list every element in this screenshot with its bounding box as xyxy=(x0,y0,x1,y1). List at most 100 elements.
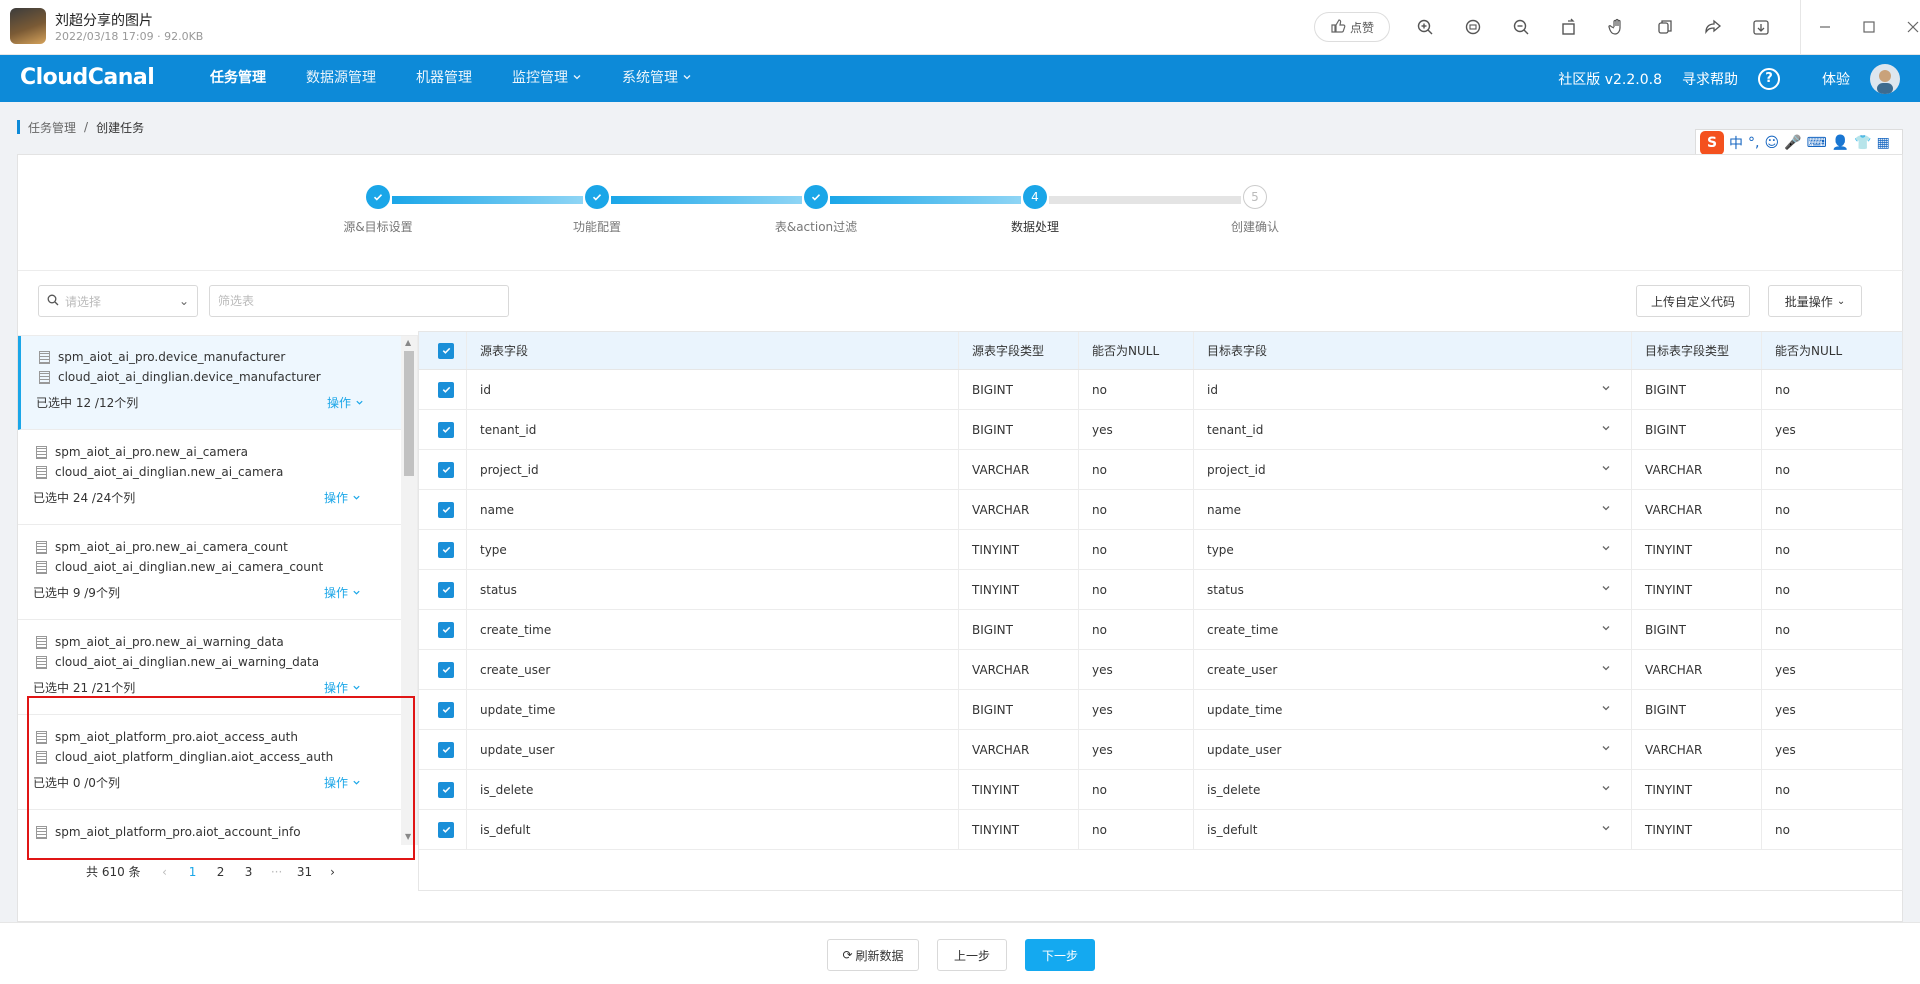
row-checkbox[interactable] xyxy=(438,781,454,798)
row-checkbox[interactable] xyxy=(438,621,454,638)
sogou-logo-icon[interactable]: S xyxy=(1700,131,1724,155)
list-item[interactable]: spm_aiot_platform_pro.aiot_account_info xyxy=(18,811,401,845)
nav-item-4[interactable]: 系统管理 xyxy=(602,55,712,102)
table-cell: BIGINT xyxy=(959,610,1079,649)
download-icon[interactable] xyxy=(1748,14,1774,40)
list-item[interactable]: spm_aiot_ai_pro.new_ai_camera cloud_aiot_… xyxy=(18,431,401,525)
target-field-select[interactable]: type xyxy=(1194,530,1632,569)
copy-icon[interactable] xyxy=(1652,14,1678,40)
target-field-select[interactable]: is_delete xyxy=(1194,770,1632,809)
ime-language[interactable]: 中 xyxy=(1729,133,1743,153)
cell-text: create_user xyxy=(480,662,551,677)
row-checkbox[interactable] xyxy=(438,821,454,838)
select-cell xyxy=(419,530,467,569)
nav-item-0[interactable]: 任务管理 xyxy=(190,55,286,102)
target-field-select[interactable]: id xyxy=(1194,370,1632,409)
list-item[interactable]: spm_aiot_ai_pro.new_ai_camera_count cloud… xyxy=(18,526,401,620)
step-number: 5 xyxy=(1243,185,1267,209)
target-field-select[interactable]: name xyxy=(1194,490,1632,529)
batch-operation-button[interactable]: 批量操作 ⌄ xyxy=(1768,285,1862,317)
user-icon[interactable]: 👤 xyxy=(1832,135,1849,151)
target-field-select[interactable]: tenant_id xyxy=(1194,410,1632,449)
like-label: 点赞 xyxy=(1349,20,1374,35)
row-checkbox[interactable] xyxy=(438,381,454,398)
page-2[interactable]: 2 xyxy=(207,865,235,879)
scroll-thumb[interactable] xyxy=(404,351,414,476)
share-icon[interactable] xyxy=(1700,14,1726,40)
refresh-data-button[interactable]: ⟳ 刷新数据 xyxy=(827,939,919,971)
menu-grid-icon[interactable]: ▦ xyxy=(1877,135,1890,151)
scroll-down-icon[interactable]: ▼ xyxy=(405,832,411,841)
row-checkbox[interactable] xyxy=(438,741,454,758)
list-item[interactable]: spm_aiot_ai_pro.new_ai_warning_data cloud… xyxy=(18,621,401,715)
table-filter-input[interactable]: 筛选表 xyxy=(209,285,509,317)
target-field-select[interactable]: update_user xyxy=(1194,730,1632,769)
operation-dropdown[interactable]: 操作 xyxy=(324,774,361,791)
target-field-select[interactable]: project_id xyxy=(1194,450,1632,489)
operation-dropdown[interactable]: 操作 xyxy=(324,679,361,696)
next-page-button[interactable]: › xyxy=(319,865,347,879)
maximize-icon[interactable] xyxy=(1856,14,1882,40)
cloudcanal-logo[interactable]: CloudCanal xyxy=(20,65,155,90)
keyboard-icon[interactable]: ⌨ xyxy=(1807,135,1827,151)
table-cell: VARCHAR xyxy=(1632,450,1762,489)
nav-item-3[interactable]: 监控管理 xyxy=(492,55,602,102)
help-link[interactable]: 寻求帮助 xyxy=(1682,69,1738,89)
operation-dropdown[interactable]: 操作 xyxy=(324,489,361,506)
original-size-icon[interactable] xyxy=(1460,14,1486,40)
scroll-up-icon[interactable]: ▲ xyxy=(405,338,411,347)
breadcrumb-parent[interactable]: 任务管理 xyxy=(28,119,76,136)
row-checkbox[interactable] xyxy=(438,461,454,478)
column-header: 能否为NULL xyxy=(1079,332,1194,369)
table-header: 源表字段 源表字段类型 能否为NULL 目标表字段 目标表字段类型 能否为NULL xyxy=(419,332,1902,370)
page-3[interactable]: 3 xyxy=(235,865,263,879)
avatar[interactable] xyxy=(1870,63,1900,94)
zoom-in-icon[interactable] xyxy=(1412,14,1438,40)
row-checkbox[interactable] xyxy=(438,501,454,518)
previous-step-button[interactable]: 上一步 xyxy=(937,939,1007,971)
row-checkbox[interactable] xyxy=(438,421,454,438)
list-item[interactable]: spm_aiot_platform_pro.aiot_access_auth cl… xyxy=(18,716,401,810)
prev-page-button[interactable]: ‹ xyxy=(151,865,179,879)
upload-code-button[interactable]: 上传自定义代码 xyxy=(1636,285,1750,317)
next-step-button[interactable]: 下一步 xyxy=(1025,939,1095,971)
refresh-label: 刷新数据 xyxy=(855,948,904,963)
close-icon[interactable] xyxy=(1900,14,1920,40)
table-row: name VARCHAR no name VARCHAR no xyxy=(419,490,1902,530)
like-button[interactable]: 点赞 xyxy=(1314,12,1390,42)
punctuation-icon[interactable]: °, xyxy=(1748,135,1759,151)
cell-text: BIGINT xyxy=(1645,622,1686,637)
row-checkbox[interactable] xyxy=(438,661,454,678)
nav-item-2[interactable]: 机器管理 xyxy=(396,55,492,102)
list-scrollbar[interactable]: ▲ ▼ xyxy=(401,336,417,845)
operation-dropdown[interactable]: 操作 xyxy=(324,584,361,601)
table-cell: TINYINT xyxy=(1632,570,1762,609)
target-field-select[interactable]: create_time xyxy=(1194,610,1632,649)
nav-item-1[interactable]: 数据源管理 xyxy=(286,55,396,102)
select-all-checkbox[interactable] xyxy=(438,342,454,359)
operation-dropdown[interactable]: 操作 xyxy=(327,394,364,411)
target-field-select[interactable]: status xyxy=(1194,570,1632,609)
minimize-icon[interactable] xyxy=(1812,14,1838,40)
image-thumbnail xyxy=(10,8,46,44)
page-31[interactable]: 31 xyxy=(291,865,319,879)
target-field-select[interactable]: is_defult xyxy=(1194,810,1632,849)
row-checkbox[interactable] xyxy=(438,581,454,598)
page-···[interactable]: ··· xyxy=(263,865,291,879)
page-1[interactable]: 1 xyxy=(179,865,207,879)
row-checkbox[interactable] xyxy=(438,541,454,558)
row-checkbox[interactable] xyxy=(438,701,454,718)
table-filter-select[interactable]: 请选择 ⌄ xyxy=(38,285,198,317)
skin-icon[interactable]: 👕 xyxy=(1854,135,1871,151)
target-field-select[interactable]: create_user xyxy=(1194,650,1632,689)
question-icon[interactable]: ? xyxy=(1758,67,1780,90)
emoji-icon[interactable]: ☺ xyxy=(1764,135,1779,151)
list-item[interactable]: spm_aiot_ai_pro.device_manufacturer cloud… xyxy=(18,336,401,430)
user-name[interactable]: 体验 xyxy=(1822,69,1850,89)
target-field-select[interactable]: update_time xyxy=(1194,690,1632,729)
rotate-icon[interactable] xyxy=(1556,14,1582,40)
cell-text: VARCHAR xyxy=(1645,662,1703,677)
microphone-icon[interactable]: 🎤 xyxy=(1784,135,1801,151)
hand-icon[interactable] xyxy=(1604,14,1630,40)
zoom-out-icon[interactable] xyxy=(1508,14,1534,40)
